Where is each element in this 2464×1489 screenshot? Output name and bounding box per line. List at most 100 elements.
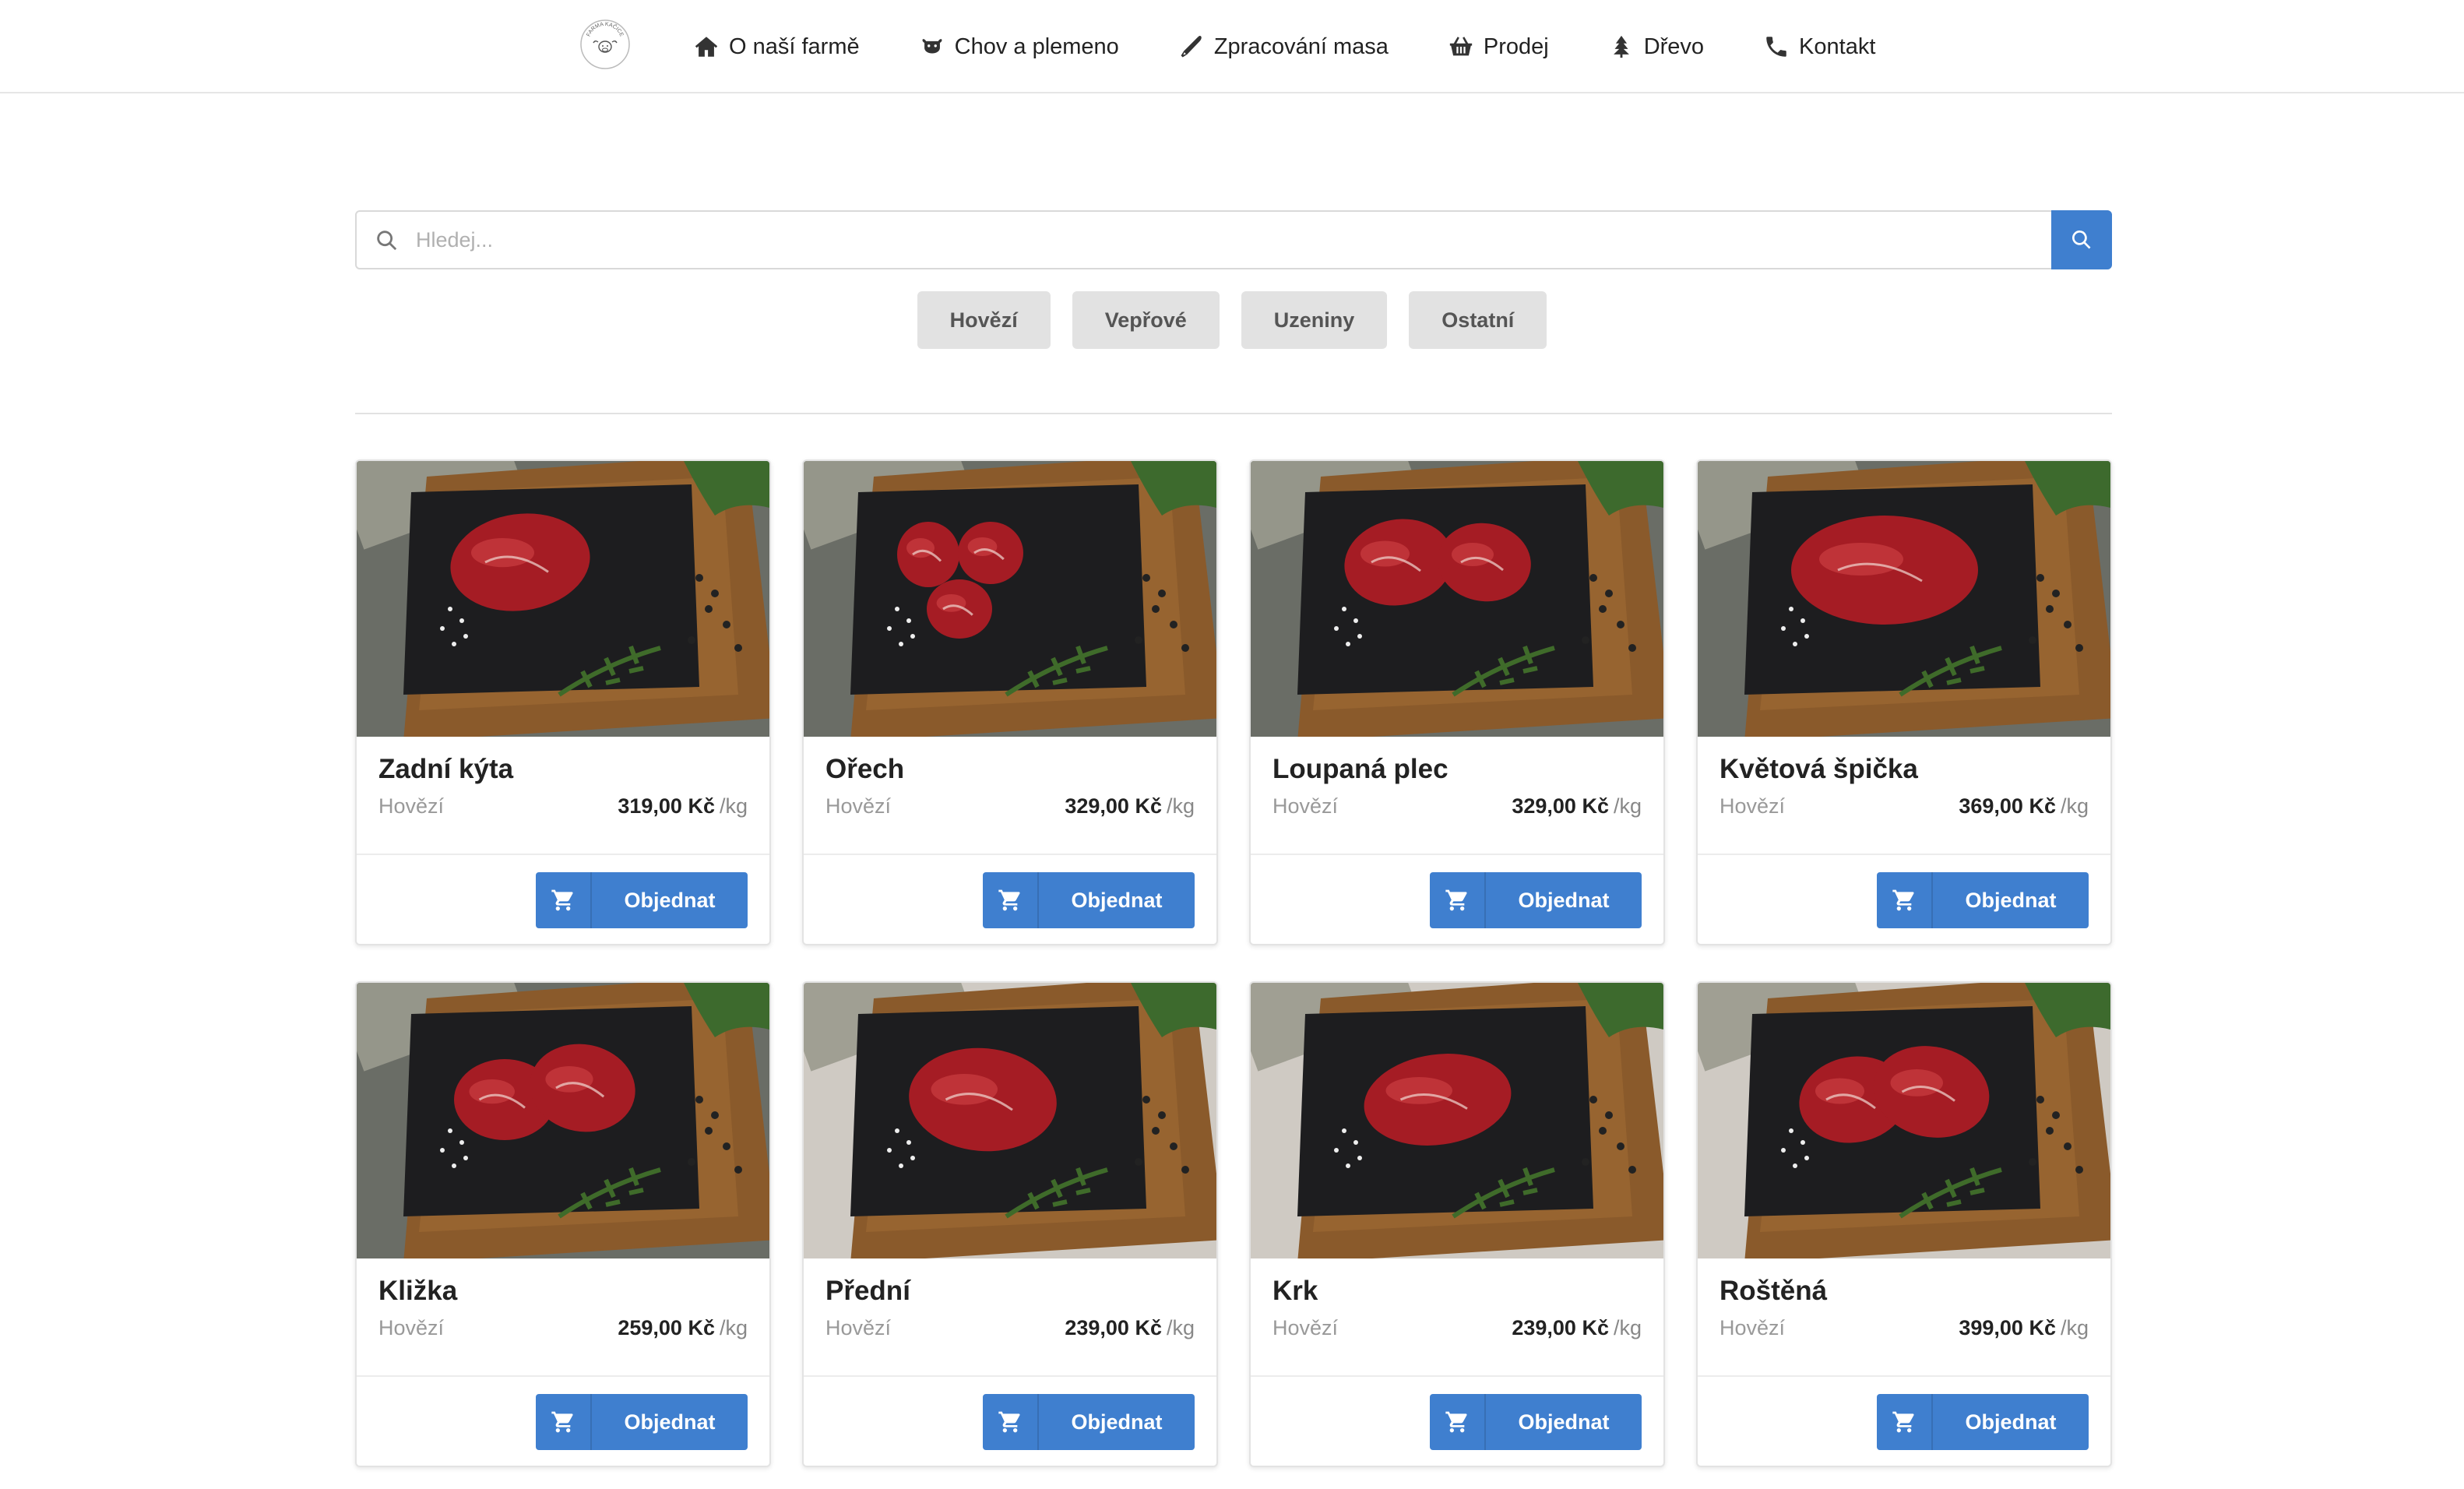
search-icon bbox=[2072, 231, 2091, 249]
product-photo[interactable] bbox=[804, 461, 1216, 737]
product-photo[interactable] bbox=[357, 461, 769, 737]
product-category: Hovězí bbox=[1720, 1316, 1786, 1339]
order-button-label: Objednat bbox=[1071, 888, 1163, 912]
order-button-label: Objednat bbox=[1518, 888, 1610, 912]
product-grid: Zadní kýta Hovězí 319,00 Kč/kg Objednat Ořec… bbox=[355, 459, 2112, 1467]
search-icon bbox=[374, 227, 400, 254]
product-name[interactable]: Loupaná plec bbox=[1272, 754, 1448, 785]
order-button[interactable]: Objednat bbox=[983, 872, 1195, 928]
price-unit: /kg bbox=[1166, 1316, 1195, 1339]
order-button[interactable]: Objednat bbox=[1877, 872, 2089, 928]
search-input[interactable] bbox=[416, 221, 1981, 259]
order-button-label: Objednat bbox=[1071, 1410, 1163, 1434]
filter-button[interactable]: Ostatní bbox=[1409, 291, 1547, 349]
nav-item-label: Dřevo bbox=[1643, 33, 1705, 59]
nav-item-3[interactable]: Prodej bbox=[1448, 0, 1549, 93]
product-photo[interactable] bbox=[804, 983, 1216, 1258]
product-category: Hovězí bbox=[378, 794, 445, 818]
product-photo[interactable] bbox=[357, 983, 769, 1258]
product-photo[interactable] bbox=[1251, 461, 1663, 737]
product-name[interactable]: Ořech bbox=[825, 754, 904, 785]
product-photo[interactable] bbox=[1698, 983, 2110, 1258]
order-button-label: Objednat bbox=[624, 888, 716, 912]
basket-icon bbox=[1448, 33, 1474, 60]
product-price: 319,00 Kč/kg bbox=[618, 794, 748, 818]
knife-icon bbox=[1178, 33, 1205, 60]
order-button[interactable]: Objednat bbox=[1430, 872, 1642, 928]
product-card: Zadní kýta Hovězí 319,00 Kč/kg Objednat bbox=[355, 459, 771, 945]
price-unit: /kg bbox=[1613, 1316, 1642, 1339]
price-unit: /kg bbox=[2060, 1316, 2089, 1339]
farm-logo[interactable]: FARMA KAČICE bbox=[579, 19, 631, 70]
home-icon bbox=[693, 33, 720, 60]
order-button[interactable]: Objednat bbox=[1877, 1394, 2089, 1450]
search-submit-button[interactable] bbox=[2051, 210, 2112, 269]
nav-item-4[interactable]: Dřevo bbox=[1608, 0, 1704, 93]
order-button[interactable]: Objednat bbox=[983, 1394, 1195, 1450]
nav-item-2[interactable]: Zpracování masa bbox=[1178, 0, 1389, 93]
card-divider bbox=[357, 854, 769, 855]
product-photo[interactable] bbox=[1698, 461, 2110, 737]
product-name[interactable]: Květová špička bbox=[1720, 754, 1918, 785]
filter-button[interactable]: Hovězí bbox=[917, 291, 1051, 349]
cart-icon bbox=[536, 1394, 592, 1450]
order-button[interactable]: Objednat bbox=[536, 872, 748, 928]
tree-icon bbox=[1608, 33, 1635, 60]
category-filters: Hovězí Vepřové Uzeniny Ostatní bbox=[0, 291, 2464, 349]
card-divider bbox=[804, 1375, 1216, 1377]
cart-icon bbox=[983, 1394, 1039, 1450]
nav-item-label: Prodej bbox=[1483, 33, 1549, 59]
product-category: Hovězí bbox=[1272, 794, 1339, 818]
product-name[interactable]: Roštěná bbox=[1720, 1276, 1827, 1307]
price-value: 259,00 Kč bbox=[618, 1316, 715, 1339]
cart-icon bbox=[1877, 872, 1933, 928]
nav-item-0[interactable]: O naší farmě bbox=[693, 0, 860, 93]
price-unit: /kg bbox=[719, 794, 748, 818]
main-menu: O naší farmě Chov a plemeno Zpracování mas… bbox=[693, 0, 1875, 93]
order-button-label: Objednat bbox=[1518, 1410, 1610, 1434]
price-value: 329,00 Kč bbox=[1512, 794, 1609, 818]
card-divider bbox=[1251, 854, 1663, 855]
product-price: 369,00 Kč/kg bbox=[1959, 794, 2089, 818]
nav-item-label: Kontakt bbox=[1799, 33, 1876, 59]
order-button[interactable]: Objednat bbox=[1430, 1394, 1642, 1450]
nav-item-1[interactable]: Chov a plemeno bbox=[919, 0, 1119, 93]
price-value: 369,00 Kč bbox=[1959, 794, 2056, 818]
filter-button[interactable]: Uzeniny bbox=[1241, 291, 1388, 349]
price-unit: /kg bbox=[1166, 794, 1195, 818]
divider bbox=[355, 413, 2112, 414]
order-button-label: Objednat bbox=[1965, 1410, 2057, 1434]
search-bar bbox=[355, 210, 2112, 269]
card-divider bbox=[804, 854, 1216, 855]
product-name[interactable]: Krk bbox=[1272, 1276, 1318, 1307]
cart-icon bbox=[536, 872, 592, 928]
product-photo[interactable] bbox=[1251, 983, 1663, 1258]
card-divider bbox=[1251, 1375, 1663, 1377]
filter-button[interactable]: Vepřové bbox=[1072, 291, 1220, 349]
product-category: Hovězí bbox=[825, 1316, 892, 1339]
cart-icon bbox=[1877, 1394, 1933, 1450]
phone-icon bbox=[1763, 33, 1790, 60]
cow-icon bbox=[919, 33, 945, 60]
order-button-label: Objednat bbox=[624, 1410, 716, 1434]
product-name[interactable]: Zadní kýta bbox=[378, 754, 513, 785]
card-divider bbox=[1698, 1375, 2110, 1377]
product-price: 329,00 Kč/kg bbox=[1065, 794, 1195, 818]
price-value: 329,00 Kč bbox=[1065, 794, 1162, 818]
product-category: Hovězí bbox=[1272, 1316, 1339, 1339]
nav-item-5[interactable]: Kontakt bbox=[1763, 0, 1875, 93]
price-unit: /kg bbox=[719, 1316, 748, 1339]
order-button[interactable]: Objednat bbox=[536, 1394, 748, 1450]
price-value: 239,00 Kč bbox=[1512, 1316, 1609, 1339]
cart-icon bbox=[1430, 872, 1486, 928]
product-card: Květová špička Hovězí 369,00 Kč/kg Objednat bbox=[1696, 459, 2112, 945]
card-divider bbox=[357, 1375, 769, 1377]
price-unit: /kg bbox=[1613, 794, 1642, 818]
cart-icon bbox=[983, 872, 1039, 928]
product-price: 259,00 Kč/kg bbox=[618, 1316, 748, 1340]
product-name[interactable]: Přední bbox=[825, 1276, 910, 1307]
product-name[interactable]: Kližka bbox=[378, 1276, 457, 1307]
product-card: Loupaná plec Hovězí 329,00 Kč/kg Objednat bbox=[1249, 459, 1665, 945]
price-value: 319,00 Kč bbox=[618, 794, 715, 818]
product-card: Krk Hovězí 239,00 Kč/kg Objednat bbox=[1249, 981, 1665, 1467]
